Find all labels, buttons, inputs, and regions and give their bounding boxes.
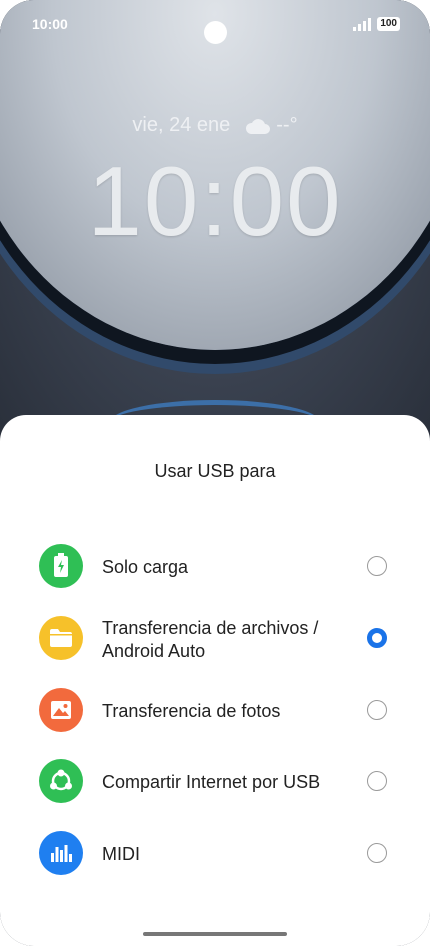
signal-icon [353,17,372,31]
status-time: 10:00 [32,16,68,32]
weather: --° [244,114,298,137]
option-transferencia-fotos[interactable]: Transferencia de fotos [0,680,430,740]
photo-icon [39,688,83,732]
home-indicator[interactable] [143,932,287,936]
front-camera [204,21,227,44]
lockscreen-date: vie, 24 ene [132,114,231,136]
radio-button[interactable] [367,843,387,863]
radio-button[interactable] [367,700,387,720]
option-midi[interactable]: MIDI [0,823,430,883]
radio-button[interactable] [367,771,387,791]
lockscreen-clock: 10:00 [87,146,343,256]
radio-button-selected[interactable] [367,628,387,648]
status-indicators: 100 [353,17,400,31]
option-solo-carga[interactable]: Solo carga [0,536,430,596]
folder-icon [39,616,83,660]
option-transferencia-archivos[interactable]: Transferencia de archivos / Android Auto [0,608,430,668]
usb-options-sheet: Usar USB para Solo carga Transferencia d… [0,415,430,946]
option-label: Transferencia de fotos [102,701,281,721]
option-label: MIDI [102,844,140,864]
option-compartir-internet[interactable]: Compartir Internet por USB [0,751,430,811]
option-label: Compartir Internet por USB [102,772,321,792]
phone-screen: 10:00 100 vie, 24 ene --° 10:00 Usar USB… [0,0,430,946]
midi-equalizer-icon [39,831,83,875]
lockscreen-date-weather: vie, 24 ene --° [0,114,430,137]
option-label: Transferencia de archivos / Android Auto [102,617,318,663]
radio-button[interactable] [367,556,387,576]
battery-icon: 100 [377,17,400,31]
option-label-line1: Transferencia de archivos / [102,618,319,638]
weather-temperature: --° [276,114,298,136]
sheet-title: Usar USB para [154,461,276,481]
cloud-icon [246,118,271,134]
option-label: Solo carga [102,557,189,577]
option-label-line2: Android Auto [102,641,206,661]
tethering-icon [39,759,83,803]
battery-charging-icon [39,544,83,588]
